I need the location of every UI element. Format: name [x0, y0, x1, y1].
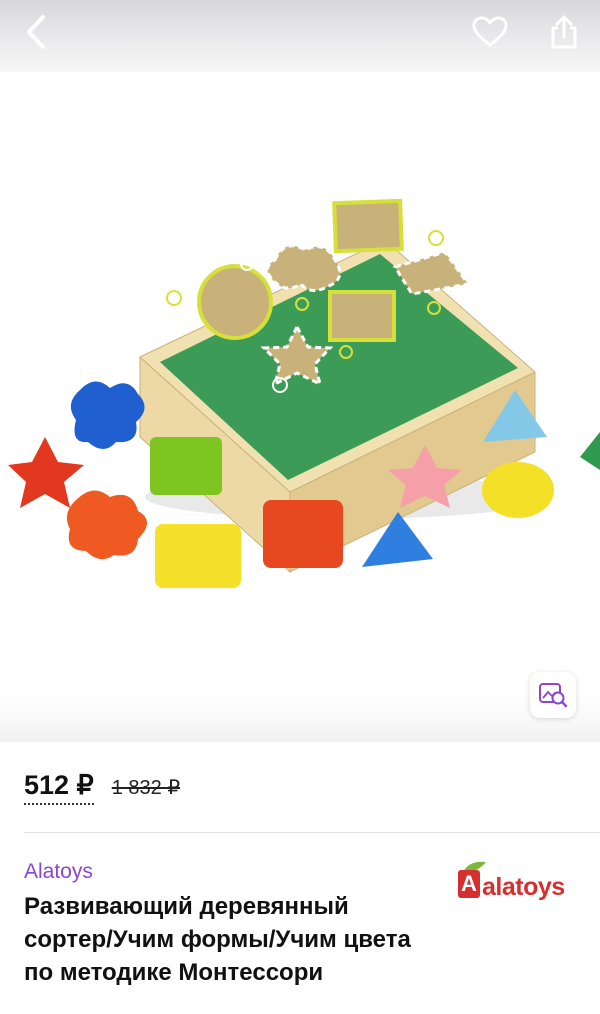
current-price[interactable]: 512 ₽ [24, 770, 94, 805]
image-search-icon [539, 683, 568, 708]
visual-search-button[interactable] [530, 672, 576, 718]
back-button[interactable] [14, 10, 58, 54]
old-price: 1 832 ₽ [111, 777, 181, 799]
brand-logo-text: alatoys [482, 873, 565, 901]
product-title: Развивающий деревянный сортер/Учим формы… [24, 893, 411, 986]
favorite-button[interactable] [468, 10, 512, 54]
product-image [0, 198, 600, 742]
brand-logo[interactable]: A alatoys [458, 858, 582, 902]
price-row: 512 ₽ 1 832 ₽ [24, 770, 180, 810]
divider [24, 832, 600, 833]
product-image-gallery[interactable] [0, 72, 600, 742]
brand-link[interactable]: Alatoys [24, 860, 93, 884]
share-button[interactable] [542, 10, 586, 54]
share-icon [551, 15, 577, 49]
chevron-left-icon [27, 15, 45, 49]
heart-outline-icon [472, 16, 508, 47]
top-bar [0, 0, 600, 72]
brand-logo-initial: A [458, 870, 480, 898]
